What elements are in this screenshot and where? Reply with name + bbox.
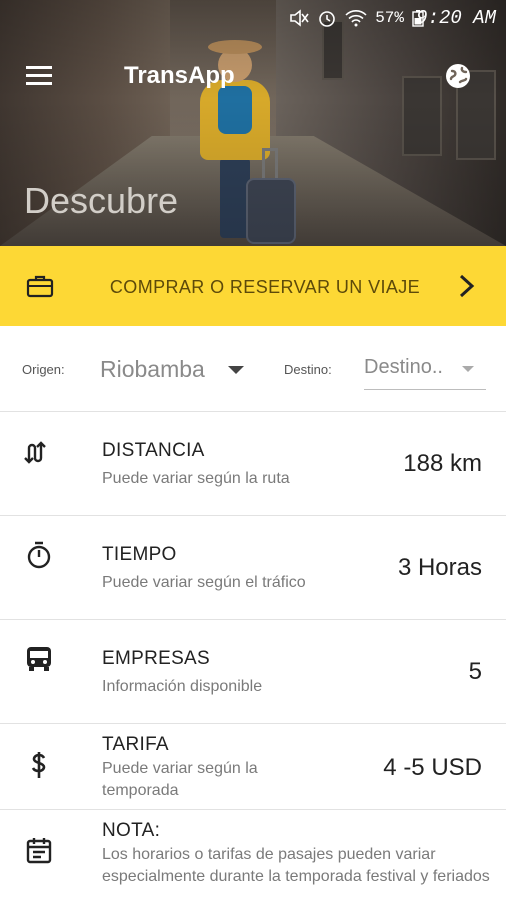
hero-banner: 57% 9:20 AM TransApp Descubre [0,0,506,246]
app-title: TransApp [124,62,235,89]
dollar-icon [31,752,46,778]
info-subtitle: Puede variar según la ruta [102,470,290,487]
info-value: 3 Horas [397,554,482,581]
chevron-right-icon [459,274,475,298]
info-subtitle: Puede variar según la temporada [102,760,258,799]
info-row-fare: TARIFA Puede variar según la temporada 4… [0,724,506,810]
menu-icon[interactable] [26,66,52,86]
info-row-note: NOTA: Los horarios o tarifas de pasajes … [0,810,506,900]
info-value: 188 km [403,450,482,477]
mute-icon [290,9,309,27]
globe-icon[interactable] [444,62,472,90]
info-title: DISTANCIA [102,440,205,461]
info-subtitle: Los horarios o tarifas de pasajes pueden… [102,846,490,885]
status-icons: 57% [289,8,424,28]
origin-label: Origen: [22,362,65,377]
buy-or-reserve-button[interactable]: COMPRAR O RESERVAR UN VIAJE [0,246,506,326]
info-value: 4 -5 USD [383,754,482,781]
info-subtitle: Puede variar según el tráfico [102,574,306,591]
destination-dropdown[interactable]: Destino.. [364,354,486,390]
info-row-companies: EMPRESAS Información disponible 5 [0,620,506,724]
info-row-time: TIEMPO Puede variar según el tráfico 3 H… [0,516,506,620]
destination-label: Destino: [284,362,332,377]
destination-value: Destino.. [364,356,443,378]
buy-or-reserve-label: COMPRAR O RESERVAR UN VIAJE [109,277,421,297]
stopwatch-icon [27,541,51,569]
origin-caret-down-icon[interactable] [228,366,244,374]
info-title: TIEMPO [102,544,177,565]
info-subtitle: Información disponible [102,678,263,695]
route-arrows-icon [24,441,46,464]
battery-percent: 57% [375,9,404,27]
bus-icon [27,647,51,671]
wifi-icon [345,10,367,27]
route-selector: Origen: Riobamba Destino: Destino.. [0,326,506,412]
destination-caret-down-icon [462,366,474,372]
info-title: TARIFA [102,734,169,755]
info-title: NOTA: [102,820,161,841]
alarm-icon [319,11,335,27]
info-value: 5 [468,658,482,685]
info-row-distance: DISTANCIA Puede variar según la ruta 188… [0,412,506,516]
calendar-icon [26,838,52,864]
hero-title: Descubre [24,180,179,221]
origin-dropdown[interactable]: Riobamba [100,356,205,383]
status-time: 9:20 AM [416,7,496,29]
status-bar: 57% 9:20 AM [0,0,506,36]
info-title: EMPRESAS [102,648,210,669]
